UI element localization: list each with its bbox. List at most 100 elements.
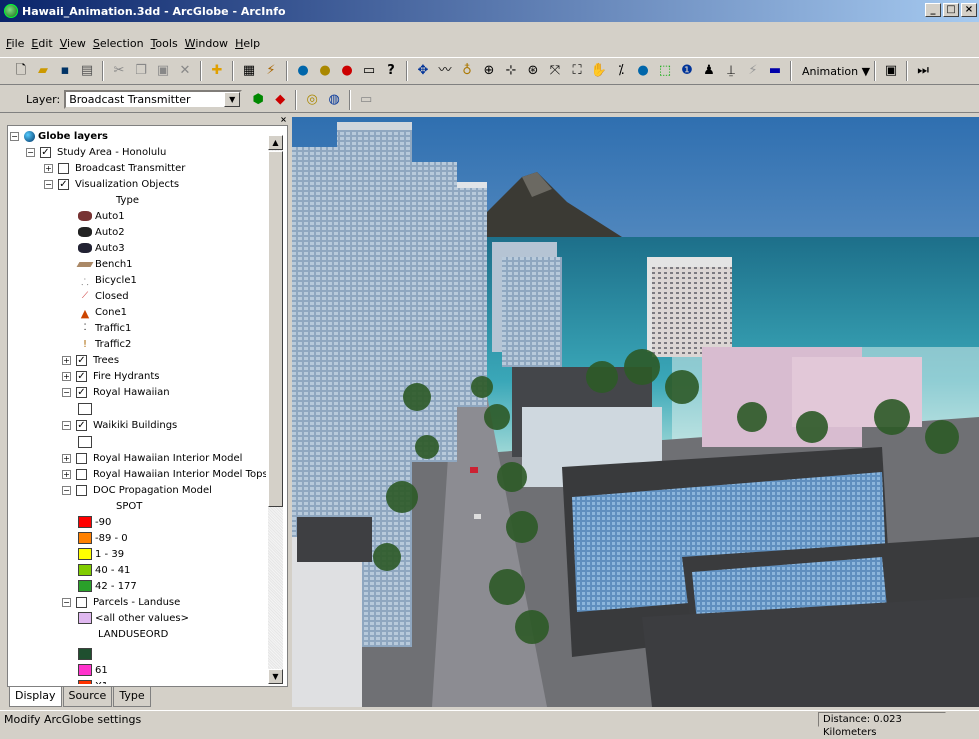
center-target-icon[interactable]: ⊹	[503, 63, 519, 79]
full-extent-icon[interactable]: ⤧	[547, 63, 563, 79]
collapse-icon[interactable]: −	[62, 387, 71, 397]
layer-extra-icon[interactable]: ▭	[358, 92, 374, 108]
identify-icon[interactable]: ❶	[679, 63, 695, 79]
layer-checkbox[interactable]: ✓	[76, 354, 87, 366]
wand-icon[interactable]: ⚡	[263, 63, 279, 79]
layer-properties-icon[interactable]: ⬢	[250, 92, 266, 108]
tree-root[interactable]: − Globe layers	[10, 128, 108, 144]
zoom-in-out-icon[interactable]: ⊕	[481, 63, 497, 79]
zoom-extent-icon[interactable]: ⛶	[569, 63, 585, 79]
graphics-icon[interactable]: ▬	[767, 63, 783, 79]
cut-icon[interactable]: ✂	[111, 63, 127, 79]
menu-window[interactable]: Window	[185, 37, 228, 50]
delete-icon[interactable]: ✕	[177, 63, 193, 79]
select-features-icon[interactable]: ⬚	[657, 63, 673, 79]
scroll-up-icon[interactable]: ▲	[268, 135, 283, 150]
observer-icon[interactable]: ♁	[459, 63, 475, 79]
layer-checkbox[interactable]	[58, 162, 69, 174]
layer-checkbox[interactable]	[76, 596, 87, 608]
collapse-icon[interactable]: −	[10, 131, 19, 141]
layer-trees[interactable]: + ✓ Trees	[62, 352, 119, 368]
layer-label: Broadcast Transmitter	[75, 162, 186, 174]
minimize-button[interactable]: _	[925, 3, 941, 17]
globe-layers-icon[interactable]: ●	[317, 63, 333, 79]
layer-vis-objects[interactable]: − ✓ Visualization Objects	[44, 176, 179, 192]
maximize-button[interactable]: □	[943, 3, 959, 17]
legend-swatch	[78, 548, 92, 560]
globe-view[interactable]	[292, 117, 979, 707]
expand-icon[interactable]: +	[62, 469, 71, 479]
layer-rh-interior[interactable]: + Royal Hawaiian Interior Model	[62, 450, 242, 466]
layer-checkbox[interactable]	[76, 452, 87, 464]
menu-help[interactable]: Help	[235, 37, 260, 50]
new-icon[interactable]: 🗋	[13, 63, 29, 79]
layer-checkbox[interactable]: ✓	[40, 146, 51, 158]
layer-checkbox[interactable]: ✓	[58, 178, 69, 190]
expand-icon[interactable]: +	[62, 355, 71, 365]
paste-icon[interactable]: ▣	[155, 63, 171, 79]
layer-rh-interior-tops[interactable]: + Royal Hawaiian Interior Model Tops	[62, 466, 266, 482]
tab-type[interactable]: Type	[113, 687, 151, 707]
layer-parcels[interactable]: − Parcels - Landuse	[62, 594, 180, 610]
collapse-icon[interactable]: −	[44, 179, 53, 189]
fly-icon[interactable]: 〰	[437, 63, 453, 79]
menu-tools[interactable]: Tools	[151, 37, 178, 50]
globe-view-icon[interactable]: ●	[295, 63, 311, 79]
expand-icon[interactable]: +	[44, 163, 53, 173]
find-icon[interactable]: ♟	[701, 63, 717, 79]
layer-refresh-icon[interactable]: ◍	[326, 92, 342, 108]
layer-hydrants[interactable]: + ✓ Fire Hydrants	[62, 368, 160, 384]
close-icon[interactable]: ×	[279, 116, 288, 125]
menu-edit[interactable]: Edit	[31, 37, 52, 50]
camera-icon[interactable]: ▣	[883, 63, 899, 79]
collapse-icon[interactable]: −	[62, 597, 71, 607]
menu-view[interactable]: View	[60, 37, 86, 50]
open-icon[interactable]: ▰	[35, 63, 51, 79]
scroll-down-icon[interactable]: ▼	[268, 669, 283, 684]
layer-cache-icon[interactable]: ◎	[304, 92, 320, 108]
animation-menu[interactable]: Animation ▼	[802, 65, 870, 78]
layer-royal-hawaiian[interactable]: − ✓ Royal Hawaiian	[62, 384, 170, 400]
expand-icon[interactable]: +	[62, 371, 71, 381]
menu-file[interactable]: File	[6, 37, 24, 50]
layer-doc-prop[interactable]: − DOC Propagation Model	[62, 482, 212, 498]
analyst-icon[interactable]: ●	[339, 63, 355, 79]
layer-dropdown[interactable]: Broadcast Transmitter ▼	[64, 90, 243, 109]
print-icon[interactable]: ▤	[79, 63, 95, 79]
navigate-icon[interactable]: ✥	[415, 63, 431, 79]
tab-display[interactable]: Display	[9, 687, 62, 707]
collapse-icon[interactable]: −	[62, 420, 71, 430]
expand-icon[interactable]: +	[62, 453, 71, 463]
layer-broadcast[interactable]: + Broadcast Transmitter	[44, 160, 185, 176]
calculator-icon[interactable]: ▦	[241, 63, 257, 79]
animation-controls-icon[interactable]: ⏭	[915, 63, 931, 79]
layer-checkbox[interactable]: ✓	[76, 419, 87, 431]
narrow-fov-icon[interactable]: ⁒	[613, 63, 629, 79]
layer-checkbox[interactable]	[76, 484, 87, 496]
collapse-icon[interactable]: −	[62, 485, 71, 495]
whats-this-icon[interactable]: ?	[383, 63, 399, 79]
copy-icon[interactable]: ❐	[133, 63, 149, 79]
menu-selection[interactable]: Selection	[93, 37, 144, 50]
scroll-thumb[interactable]	[268, 151, 283, 507]
zoom-target-icon[interactable]: ⊛	[525, 63, 541, 79]
layer-symbology-icon[interactable]: ◆	[272, 92, 288, 108]
tab-source[interactable]: Source	[62, 687, 113, 707]
layer-checkbox[interactable]: ✓	[76, 370, 87, 382]
close-button[interactable]: ×	[961, 3, 977, 17]
layer-checkbox[interactable]	[76, 468, 87, 480]
layer-waikiki[interactable]: − ✓ Waikiki Buildings	[62, 417, 177, 433]
layer-study-area[interactable]: − ✓ Study Area - Honolulu	[26, 144, 166, 160]
globe-icon	[24, 130, 35, 142]
measure-icon[interactable]: ⍊	[723, 63, 739, 79]
add-data-icon[interactable]: ✚	[209, 63, 225, 79]
save-icon[interactable]: ▪	[57, 63, 73, 79]
window-icon[interactable]: ▭	[361, 63, 377, 79]
toc-scrollbar[interactable]: ▲ ▼	[268, 135, 283, 684]
chevron-down-icon[interactable]: ▼	[224, 92, 241, 107]
full-globe-icon[interactable]: ●	[635, 63, 651, 79]
collapse-icon[interactable]: −	[26, 147, 35, 157]
pan-icon[interactable]: ✋	[591, 63, 607, 79]
hyperlink-icon[interactable]: ⚡	[745, 63, 761, 79]
layer-checkbox[interactable]: ✓	[76, 386, 87, 398]
